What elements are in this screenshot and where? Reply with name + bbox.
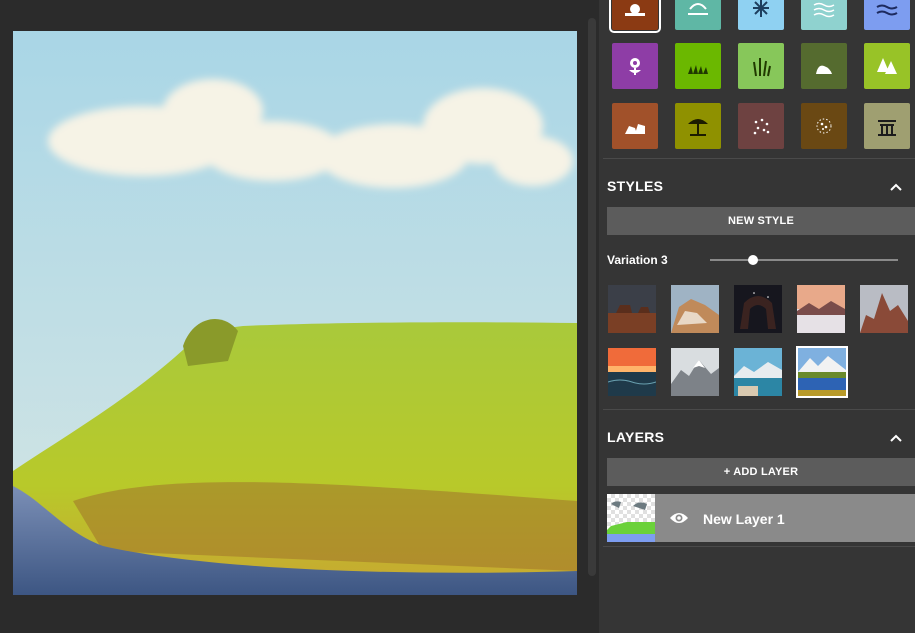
eye-icon[interactable]: [669, 510, 689, 526]
style-night-arch[interactable]: [734, 285, 782, 333]
painting-canvas[interactable]: [13, 31, 577, 595]
chevron-up-icon[interactable]: [889, 431, 903, 445]
bridge-icon[interactable]: [864, 103, 910, 149]
variation-label: Variation 3: [607, 253, 668, 267]
style-misty-sunset[interactable]: [797, 285, 845, 333]
sea-icon[interactable]: [864, 0, 910, 30]
layers-section-title: LAYERS: [607, 429, 665, 445]
layer-thumbnail: [607, 494, 655, 542]
style-snowy-mountain[interactable]: [671, 348, 719, 396]
grass-icon[interactable]: [675, 43, 721, 89]
add-layer-button[interactable]: + ADD LAYER: [607, 458, 915, 486]
beach-umbrella-icon[interactable]: [675, 103, 721, 149]
dirt-icon[interactable]: [801, 103, 847, 149]
layer-row[interactable]: New Layer 1: [607, 494, 915, 542]
rocks-icon[interactable]: [612, 103, 658, 149]
side-panel: STYLES NEW STYLE Variation 3 LAYERS + AD…: [599, 0, 915, 633]
slider-thumb[interactable]: [748, 255, 759, 265]
tall-grass-icon[interactable]: [738, 43, 784, 89]
chevron-up-icon[interactable]: [889, 180, 903, 194]
style-ocean-sunset[interactable]: [608, 348, 656, 396]
canvas-area: [0, 0, 599, 633]
style-red-peaks[interactable]: [860, 285, 908, 333]
flower-icon[interactable]: [612, 43, 658, 89]
trees-icon[interactable]: [864, 43, 910, 89]
hill-icon[interactable]: [801, 43, 847, 89]
layer-name: New Layer 1: [703, 511, 785, 527]
water-waves-icon[interactable]: [801, 0, 847, 30]
style-lake-shore[interactable]: [734, 348, 782, 396]
style-desert-mesa[interactable]: [608, 285, 656, 333]
snowflake-icon[interactable]: [738, 0, 784, 30]
fog-icon[interactable]: [675, 0, 721, 30]
style-mountain-lake[interactable]: [796, 346, 848, 398]
new-style-button[interactable]: NEW STYLE: [607, 207, 915, 235]
canvas-scrollbar[interactable]: [588, 18, 596, 576]
sunset-icon[interactable]: [609, 0, 661, 33]
variation-slider[interactable]: [710, 255, 898, 265]
divider: [603, 158, 915, 159]
divider: [603, 546, 915, 547]
divider: [603, 409, 915, 410]
styles-section-title: STYLES: [607, 178, 664, 194]
gravel-icon[interactable]: [738, 103, 784, 149]
style-desert-rocks[interactable]: [671, 285, 719, 333]
